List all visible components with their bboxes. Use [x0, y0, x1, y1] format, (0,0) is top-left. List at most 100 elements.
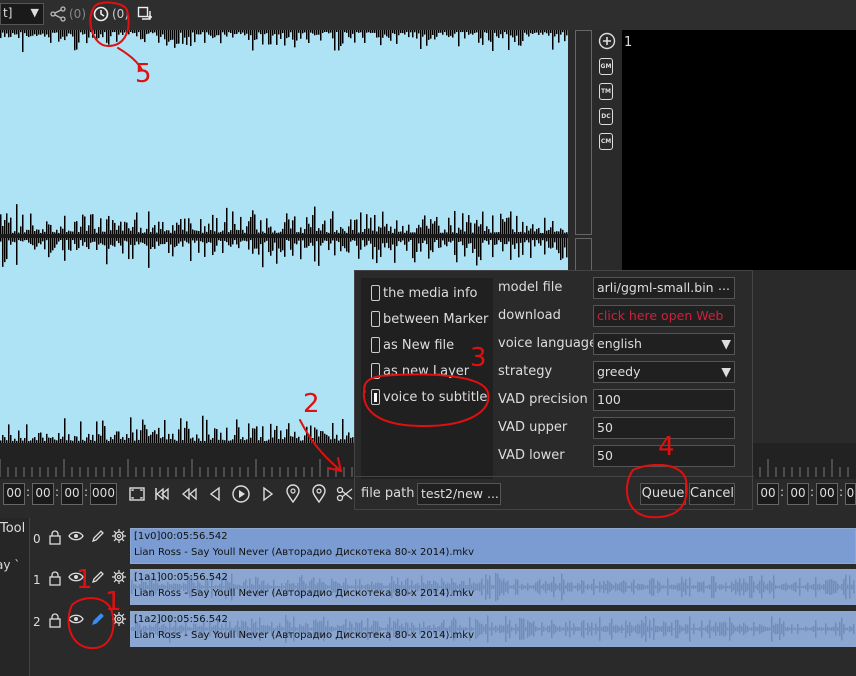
marker-in-icon[interactable]	[284, 484, 302, 504]
track-clip-audio[interactable]: [1a2]00:05:56.542 Lian Ross - Say Youll …	[130, 611, 856, 647]
timecode-hours[interactable]: 00	[3, 483, 25, 505]
option-as-new-layer[interactable]: as new Layer	[371, 361, 469, 381]
link-button[interactable]: (0)	[50, 5, 86, 23]
file-path-label: file path	[361, 486, 415, 501]
plus-circle-icon[interactable]	[598, 32, 616, 50]
vertical-scrollbar[interactable]	[575, 30, 592, 235]
strategy-select[interactable]: greedy ▼	[593, 361, 735, 383]
vad-precision-input[interactable]: 100	[593, 389, 735, 411]
clip-timecode: [1v0]00:05:56.542	[134, 531, 228, 542]
option-as-new-file[interactable]: as New file	[371, 335, 454, 355]
download-label: download	[498, 308, 561, 323]
timecode-minutes[interactable]: 00	[32, 483, 54, 505]
track-clip-audio[interactable]: [1a1]00:05:56.542 Lian Ross - Say Youll …	[130, 569, 856, 605]
timecode-sep: :	[26, 485, 31, 499]
dialog-footer: file path test2/new ... Queue Cancel	[355, 476, 754, 512]
track-number: 2	[33, 615, 41, 629]
browse-button[interactable]: ...	[714, 278, 734, 298]
eye-icon[interactable]	[68, 571, 84, 587]
tool-label: Tool	[0, 521, 26, 536]
vad-upper-label: VAD upper	[498, 420, 568, 435]
eye-icon[interactable]	[68, 530, 84, 546]
share-nodes-icon	[50, 6, 66, 22]
marker-out-icon[interactable]	[310, 484, 328, 504]
pencil-active-icon[interactable]	[91, 612, 105, 630]
chevron-down-icon: ▼	[30, 6, 39, 19]
clip-filename: Lian Ross - Say Youll Never (Авторадио Д…	[134, 588, 474, 599]
history-button[interactable]: (0)	[93, 5, 129, 23]
gm-icon[interactable]: GM	[599, 58, 613, 75]
history-count: (0)	[112, 7, 129, 21]
dc-icon[interactable]: DC	[599, 108, 613, 125]
checkbox-checked-icon	[371, 389, 380, 405]
timecode-sep: :	[780, 485, 785, 499]
timecode-seconds[interactable]: 00	[61, 483, 83, 505]
option-label: voice to subtitle	[383, 389, 488, 405]
track-clip-video[interactable]: [1v0]00:05:56.542 Lian Ross - Say Youll …	[130, 528, 856, 564]
tracks-panel: Tool ay ` 0 [1v0]00:05:56.542 Lian Ross …	[0, 518, 856, 676]
voice-language-select[interactable]: english ▼	[593, 333, 735, 355]
voice-language-label: voice language	[498, 336, 598, 351]
option-voice-to-subtitle[interactable]: voice to subtitle	[371, 387, 487, 407]
gear-icon[interactable]	[112, 612, 126, 630]
chevron-down-icon: ▼	[721, 364, 731, 379]
rewind-icon[interactable]	[180, 485, 198, 503]
gear-icon[interactable]	[112, 529, 126, 547]
view-select[interactable]: t] ▼	[0, 3, 44, 25]
step-forward-icon[interactable]	[259, 485, 277, 503]
lock-icon[interactable]	[48, 612, 62, 632]
model-file-label: model file	[498, 280, 563, 295]
clip-timecode: [1a1]00:05:56.542	[134, 572, 228, 583]
left-panel: Tool ay `	[0, 518, 30, 676]
voice-to-subtitle-dialog: the media info between Marker as New fil…	[354, 270, 754, 512]
play-icon[interactable]	[231, 484, 251, 504]
waveform-channel-1[interactable]	[0, 30, 568, 235]
timecode-end-hours[interactable]: 00	[757, 483, 779, 505]
lock-icon[interactable]	[48, 570, 62, 590]
track-number: 1	[33, 573, 41, 587]
lock-icon[interactable]	[48, 529, 62, 549]
voice-language-value: english	[597, 336, 642, 351]
link-count: (0)	[69, 7, 86, 21]
side-label: ay `	[0, 558, 21, 572]
pencil-icon[interactable]	[91, 529, 105, 547]
file-path-input[interactable]: test2/new ...	[417, 483, 501, 505]
option-list: the media info between Marker as New fil…	[361, 278, 493, 479]
model-file-field[interactable]: arli/ggml-small.bin ...	[593, 277, 735, 299]
cm-icon[interactable]: CM	[599, 133, 613, 150]
vertical-scrollbar[interactable]	[575, 238, 592, 273]
timecode-end-seconds[interactable]: 00	[816, 483, 838, 505]
timecode-sep: :	[839, 485, 844, 499]
option-label: the media info	[383, 285, 478, 301]
clock-icon	[93, 6, 109, 22]
option-media-info[interactable]: the media info	[371, 283, 477, 303]
timecode-sep: :	[810, 485, 815, 499]
cancel-button[interactable]: Cancel	[689, 483, 735, 505]
pencil-icon[interactable]	[91, 570, 105, 588]
eye-icon[interactable]	[68, 613, 84, 629]
copy-add-icon	[137, 6, 152, 20]
tm-icon[interactable]: TM	[599, 83, 613, 100]
checkbox-icon	[371, 285, 380, 301]
vad-lower-label: VAD lower	[498, 448, 565, 463]
queue-button[interactable]: Queue	[640, 483, 686, 505]
vad-precision-label: VAD precision	[498, 392, 588, 407]
option-label: between Marker	[383, 311, 489, 327]
top-toolbar: t] ▼ (0) (0)	[0, 0, 856, 30]
clip-timecode: [1a2]00:05:56.542	[134, 614, 228, 625]
step-back-icon[interactable]	[206, 485, 224, 503]
copy-add-button[interactable]	[137, 5, 153, 23]
timecode-millis[interactable]: 000	[90, 483, 117, 505]
checkbox-icon	[371, 311, 380, 327]
scissors-icon[interactable]	[336, 485, 354, 503]
timecode-end-millis[interactable]: 0	[845, 483, 856, 505]
gear-icon[interactable]	[112, 570, 126, 588]
skip-start-icon[interactable]	[153, 485, 171, 503]
timecode-end-minutes[interactable]: 00	[787, 483, 809, 505]
vad-upper-input[interactable]: 50	[593, 417, 735, 439]
vad-lower-input[interactable]: 50	[593, 445, 735, 467]
track-number: 0	[33, 532, 41, 546]
fullscreen-icon[interactable]	[128, 485, 146, 503]
option-between-marker[interactable]: between Marker	[371, 309, 488, 329]
download-link[interactable]: click here open Web	[593, 305, 735, 327]
